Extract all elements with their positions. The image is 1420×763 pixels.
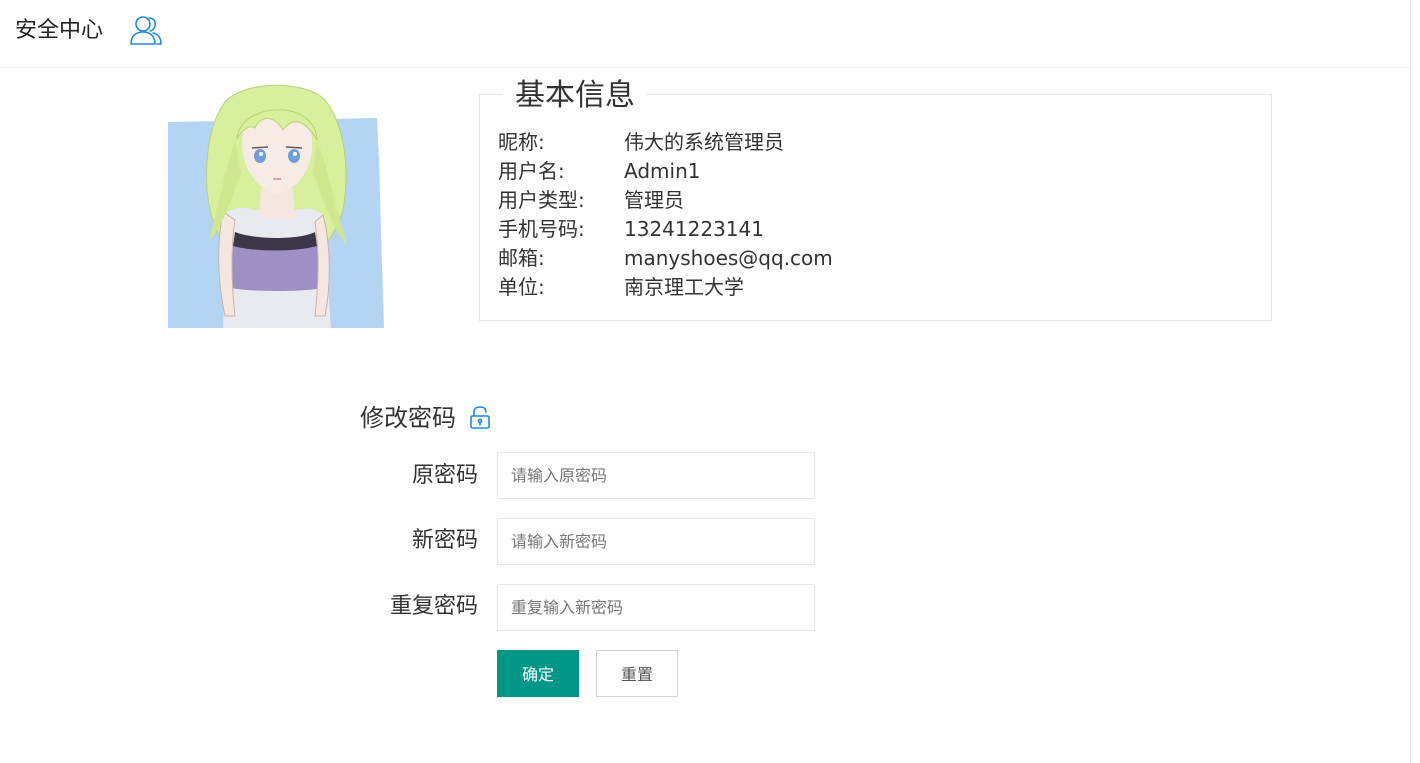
info-label: 单位:	[498, 275, 545, 299]
avatar	[165, 80, 389, 328]
basic-info-panel	[479, 94, 1272, 321]
info-label: 手机号码:	[498, 217, 585, 241]
unlock-icon	[469, 406, 491, 430]
info-value: Admin1	[624, 159, 701, 183]
user-group-icon	[129, 14, 163, 46]
page-title: 安全中心	[15, 18, 104, 43]
reset-button[interactable]: 重置	[596, 650, 678, 697]
change-password-title: 修改密码	[360, 404, 456, 432]
info-value: manyshoes@qq.com	[624, 246, 833, 270]
repeat-password-input[interactable]	[497, 584, 815, 631]
info-label: 昵称:	[498, 130, 545, 154]
info-label: 用户名:	[498, 159, 565, 183]
page-header: 安全中心	[0, 0, 1410, 68]
info-label: 邮箱:	[498, 246, 545, 270]
old-password-label: 原密码	[411, 463, 478, 488]
old-password-input[interactable]	[497, 452, 815, 499]
new-password-input[interactable]	[497, 518, 815, 565]
info-value: 13241223141	[624, 217, 764, 241]
new-password-label: 新密码	[411, 528, 478, 553]
basic-info-legend: 基本信息	[503, 76, 647, 116]
info-value: 管理员	[624, 188, 684, 212]
repeat-password-label: 重复密码	[389, 594, 478, 619]
page-edge-divider	[1410, 0, 1411, 763]
info-label: 用户类型:	[498, 188, 585, 212]
submit-button[interactable]: 确定	[497, 650, 579, 697]
info-value: 南京理工大学	[624, 275, 744, 299]
info-value: 伟大的系统管理员	[624, 130, 784, 154]
